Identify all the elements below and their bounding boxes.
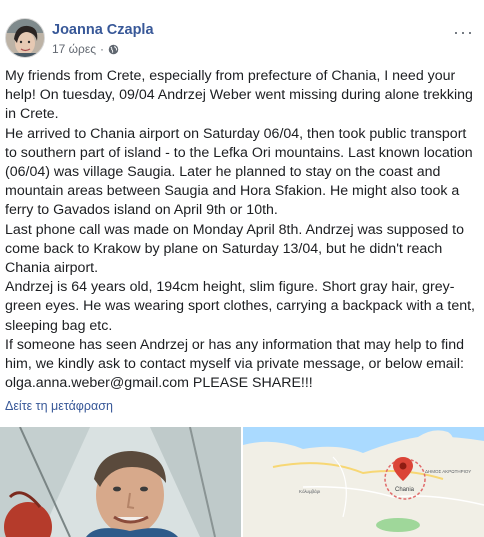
meta-separator: · <box>100 42 105 56</box>
crete-map-image: Chania ΔΗΜΟΣ ΑΚΡΩΤΗΡΙΟΥ Κόλυμβάρι <box>243 427 484 537</box>
post-timestamp[interactable]: 17 ώρες <box>52 42 96 56</box>
post-header: Joanna Czapla 17 ώρες · ··· <box>0 0 484 66</box>
post-meta: 17 ώρες · <box>52 42 119 56</box>
post-body: My friends from Crete, especially from p… <box>5 67 481 393</box>
map-label-lower: Κόλυμβάρι <box>299 488 320 494</box>
post-paragraph-3: Last phone call was made on Monday April… <box>5 221 465 277</box>
photo-map[interactable]: Chania ΔΗΜΟΣ ΑΚΡΩΤΗΡΙΟΥ Κόλυμβάρι <box>243 427 484 537</box>
see-translation-link[interactable]: Δείτε τη μετάφραση <box>5 399 113 413</box>
post-paragraph-4: Andrzej is 64 years old, 194cm height, s… <box>5 279 475 334</box>
post-paragraph-1: My friends from Crete, especially from p… <box>5 68 473 123</box>
post-photos: Chania ΔΗΜΟΣ ΑΚΡΩΤΗΡΙΟΥ Κόλυμβάρι <box>0 427 484 537</box>
author-avatar[interactable] <box>5 18 45 58</box>
tent-selfie-image <box>0 427 241 537</box>
author-name[interactable]: Joanna Czapla <box>52 22 154 38</box>
facebook-post: Joanna Czapla 17 ώρες · ··· My friends f… <box>0 0 484 537</box>
post-paragraph-5: If someone has seen Andrzej or has any i… <box>5 336 464 392</box>
avatar-photo <box>6 19 44 57</box>
post-paragraph-2: He arrived to Chania airport on Saturday… <box>5 125 473 219</box>
map-pin-label: Chania <box>395 487 415 493</box>
map-label-right: ΔΗΜΟΣ ΑΚΡΩΤΗΡΙΟΥ <box>425 469 471 474</box>
more-options-icon[interactable]: ··· <box>453 22 474 43</box>
photo-missing-person[interactable] <box>0 427 241 537</box>
globe-icon[interactable] <box>108 44 119 55</box>
